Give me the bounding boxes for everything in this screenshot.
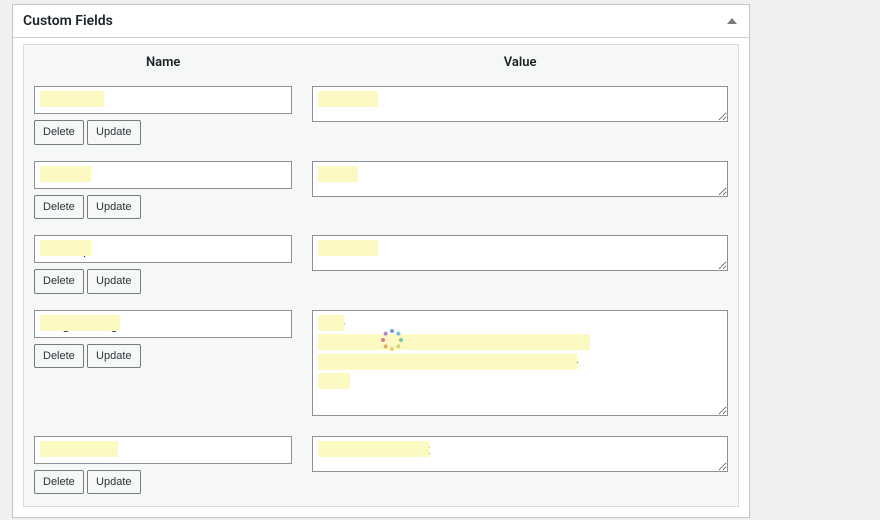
custom-fields-panel: Custom Fields Name Value cool down — [12, 4, 750, 518]
meta-key-input[interactable] — [34, 161, 292, 189]
delete-button[interactable]: Delete — [34, 120, 84, 145]
meta-key-input[interactable] — [34, 86, 292, 114]
meta-value-textarea[interactable]: <ul> <li>Squats: 10 reps at 80% max (4 s… — [312, 310, 728, 416]
table-row: cool down Delete Update 400m run 400m ru… — [24, 82, 739, 157]
table-row: duration Delete Update 30min 30min — [24, 157, 739, 232]
table-row: warmup Delete Update 800m run 800m run — [24, 231, 739, 306]
delete-button[interactable]: Delete — [34, 470, 84, 495]
meta-key-input[interactable] — [34, 310, 292, 338]
column-header-value: Value — [302, 45, 738, 83]
meta-value-textarea[interactable]: Featured Workout — [312, 436, 728, 472]
panel-body: Name Value cool down Delete Update — [13, 38, 749, 517]
delete-button[interactable]: Delete — [34, 269, 84, 294]
update-button[interactable]: Update — [87, 344, 140, 369]
column-header-name: Name — [24, 45, 303, 83]
delete-button[interactable]: Delete — [34, 195, 84, 220]
update-button[interactable]: Update — [87, 120, 140, 145]
panel-title: Custom Fields — [23, 13, 113, 29]
meta-value-textarea[interactable]: 400m run — [312, 86, 728, 122]
delete-button[interactable]: Delete — [34, 344, 84, 369]
meta-value-textarea[interactable]: 800m run — [312, 235, 728, 271]
meta-key-input[interactable] — [34, 235, 292, 263]
panel-header: Custom Fields — [13, 5, 749, 38]
collapse-toggle-icon[interactable] — [727, 18, 737, 24]
meta-value-textarea[interactable]: 30min — [312, 161, 728, 197]
update-button[interactable]: Update — [87, 269, 140, 294]
meta-key-input[interactable] — [34, 436, 292, 464]
update-button[interactable]: Update — [87, 195, 140, 220]
custom-fields-table: Name Value cool down Delete Update — [23, 44, 739, 507]
table-row: weight lifting Delete Update <ul> <li>Sq… — [24, 306, 739, 432]
table-row: workout title Delete Update Featured Wor… — [24, 432, 739, 507]
update-button[interactable]: Update — [87, 470, 140, 495]
